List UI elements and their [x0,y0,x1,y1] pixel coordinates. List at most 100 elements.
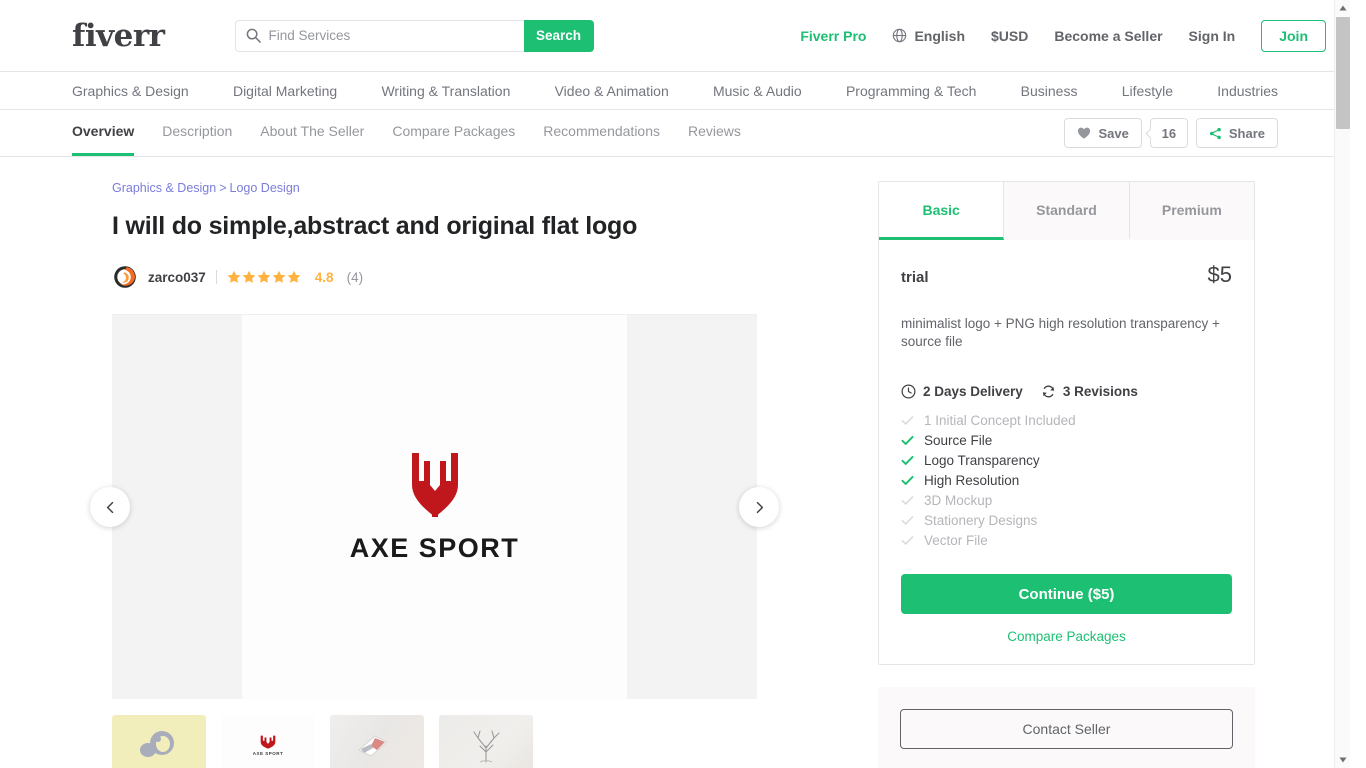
category-graphics-design[interactable]: Graphics & Design [72,83,189,99]
gorilla-logo-icon [140,731,174,758]
chevron-left-icon [106,501,113,513]
gallery-thumbnails: AXE SPORT [112,715,812,768]
search-input[interactable] [268,28,514,43]
nav-currency[interactable]: $USD [991,28,1028,44]
search-bar: Search [234,19,594,52]
nav-fiverr-pro[interactable]: Fiverr Pro [800,28,866,44]
scrollbar-up-arrow[interactable] [1335,0,1350,16]
gig-actions: Save 16 Share [1064,110,1278,156]
rating-count: (4) [346,269,364,285]
search-icon [246,28,261,43]
avatar-image [112,264,138,290]
feature-label: High Resolution [924,472,1020,488]
feature-item: 3D Mockup [901,490,1232,510]
breadcrumb-child[interactable]: Logo Design [230,181,300,195]
axe-sport-mini-icon [260,735,276,749]
star-icon [242,271,256,284]
star-icon [257,271,271,284]
check-icon [901,516,914,525]
page-scrollbar[interactable] [1334,0,1350,768]
nav-language[interactable]: English [892,28,965,44]
tab-overview[interactable]: Overview [72,110,135,156]
category-lifestyle[interactable]: Lifestyle [1122,83,1173,99]
feature-item: Logo Transparency [901,450,1232,470]
feature-label: Vector File [924,532,988,548]
contact-seller-panel: Contact Seller [878,687,1255,768]
gig-tab-bar: Overview Description About The Seller Co… [0,110,1350,157]
package-price: $5 [1207,262,1232,287]
thumb-tree-sketch[interactable] [439,715,533,768]
gig-title: I will do simple,abstract and original f… [112,212,638,240]
gallery-prev-button[interactable] [90,487,130,528]
category-video-animation[interactable]: Video & Animation [555,83,669,99]
gallery-next-button[interactable] [739,487,779,528]
category-music-audio[interactable]: Music & Audio [713,83,802,99]
fiverr-logo[interactable]: fiverr [72,18,165,54]
share-button[interactable]: Share [1195,118,1278,148]
tab-about-the-seller[interactable]: About The Seller [260,110,364,156]
gallery-side-left [112,315,242,700]
compare-packages-link[interactable]: Compare Packages [901,629,1232,644]
tab-reviews[interactable]: Reviews [688,110,741,156]
breadcrumb-parent[interactable]: Graphics & Design [112,181,216,195]
package-meta: 2 Days Delivery 3 Revisions [901,384,1232,399]
search-button[interactable]: Search [523,19,594,52]
chevron-right-icon [756,501,763,513]
save-count-badge: 16 [1149,118,1188,148]
refresh-icon [1042,386,1054,398]
top-navigation: Fiverr Pro English $USD Become a Seller … [800,19,1326,52]
scrollbar-down-arrow[interactable] [1335,752,1350,768]
star-icon [227,271,241,284]
scrollbar-thumb[interactable] [1336,17,1350,129]
seller-username[interactable]: zarco037 [148,270,206,285]
nav-become-a-seller[interactable]: Become a Seller [1054,28,1162,44]
gallery-main-slide[interactable]: AXE SPORT [242,315,627,700]
nav-sign-in[interactable]: Sign In [1189,28,1236,44]
package-tab-premium[interactable]: Premium [1129,182,1254,240]
main-content: Graphics & Design > Logo Design I will do … [0,157,1350,768]
tab-recommendations[interactable]: Recommendations [543,110,660,156]
check-icon [901,435,914,445]
category-programming-tech[interactable]: Programming & Tech [846,83,976,99]
thumb-logo-mockup[interactable] [330,715,424,768]
seller-avatar[interactable] [112,264,138,291]
contact-seller-button[interactable]: Contact Seller [900,709,1233,750]
thumb-gorilla-logo[interactable] [112,715,206,768]
feature-item: Stationery Designs [901,510,1232,530]
package-card: Basic Standard Premium trial $5 minimali… [878,181,1255,666]
continue-button[interactable]: Continue ($5) [901,574,1232,615]
breadcrumb-separator: > [219,181,227,195]
category-industries[interactable]: Industries [1217,83,1278,99]
revisions: 3 Revisions [1041,384,1138,399]
check-icon [901,475,914,485]
thumb-axe-sport-label: AXE SPORT [252,750,284,756]
star-icon [272,271,286,284]
delivery-time: 2 Days Delivery [901,384,1023,399]
check-icon [901,496,914,505]
feature-item: Source File [901,430,1232,450]
package-tab-basic[interactable]: Basic [879,182,1005,240]
category-navigation: Graphics & Design Digital Marketing Writ… [0,71,1350,110]
clock-icon [901,384,916,399]
feature-label: Stationery Designs [924,512,1038,528]
feature-label: 3D Mockup [924,492,993,508]
tab-description[interactable]: Description [162,110,232,156]
category-business[interactable]: Business [1021,83,1078,99]
category-digital-marketing[interactable]: Digital Marketing [233,83,337,99]
tab-compare-packages[interactable]: Compare Packages [392,110,515,156]
feature-label: Logo Transparency [924,452,1040,468]
globe-icon [893,28,907,43]
star-icon [287,271,301,284]
package-tab-standard[interactable]: Standard [1004,182,1130,240]
join-button[interactable]: Join [1261,19,1326,52]
thumb-axe-sport-logo[interactable]: AXE SPORT [221,715,315,768]
check-icon [901,536,914,545]
page-root: fiverr Search Fiverr Pro English [0,0,1350,768]
feature-item: High Resolution [901,470,1232,490]
search-input-wrapper[interactable] [234,19,524,52]
share-icon [1209,127,1221,139]
save-button[interactable]: Save [1064,118,1142,148]
tree-sketch-icon [473,730,500,763]
category-writing-translation[interactable]: Writing & Translation [381,83,510,99]
seller-row: zarco037 4.8 (4) [112,264,812,291]
